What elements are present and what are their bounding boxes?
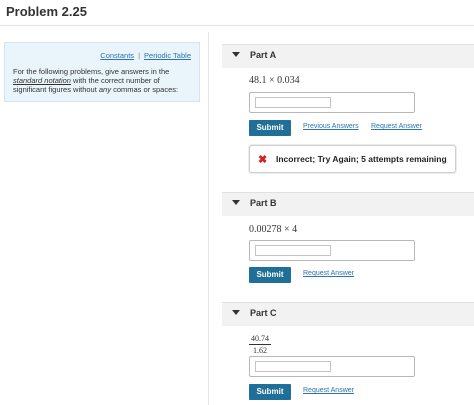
part-a-label: Part A <box>250 50 277 60</box>
part-a-feedback: ✖ Incorrect; Try Again; 5 attempts remai… <box>249 145 456 173</box>
any-emphasis: any <box>98 85 111 94</box>
part-c-request-answer-link[interactable]: Request Answer <box>303 387 354 394</box>
part-a-request-answer-link[interactable]: Request Answer <box>371 123 422 130</box>
part-c-submit-button[interactable]: Submit <box>249 384 291 400</box>
periodic-table-link[interactable]: Periodic Table <box>144 51 191 60</box>
collapse-triangle-icon[interactable] <box>232 200 240 205</box>
part-b-label: Part B <box>250 198 277 208</box>
fraction-numerator: 40.74 <box>249 334 271 345</box>
part-c-answer-input[interactable] <box>255 361 331 372</box>
info-panel: Constants | Periodic Table For the followi… <box>4 42 200 102</box>
part-c-label: Part C <box>250 308 277 318</box>
part-b-expression: 0.00278 × 4 <box>249 224 298 235</box>
problem-title: Problem 2.25 <box>6 4 87 19</box>
part-a-answer-input[interactable] <box>255 97 331 108</box>
part-a-header[interactable]: Part A <box>222 44 474 68</box>
part-a-submit-button[interactable]: Submit <box>249 120 291 136</box>
title-divider <box>0 25 474 26</box>
link-separator: | <box>138 51 141 60</box>
constants-link[interactable]: Constants <box>100 51 134 60</box>
collapse-triangle-icon[interactable] <box>232 310 240 315</box>
instructions-part-3: commas or spaces: <box>110 85 179 94</box>
part-c-fraction: 40.74 1.62 <box>249 334 271 355</box>
part-b-answer-input[interactable] <box>255 245 331 256</box>
part-b-submit-button[interactable]: Submit <box>249 267 291 283</box>
fraction-denominator: 1.62 <box>253 346 267 355</box>
column-divider <box>208 32 209 405</box>
part-b-answer-box <box>249 240 415 261</box>
collapse-triangle-icon[interactable] <box>232 52 240 57</box>
part-a-answer-box <box>249 92 415 113</box>
x-icon: ✖ <box>258 154 268 166</box>
instructions-text: For the following problems, give answers… <box>13 67 193 94</box>
part-a-expression: 48.1 × 0.034 <box>249 75 300 86</box>
part-c-header[interactable]: Part C <box>222 302 474 326</box>
part-b-header[interactable]: Part B <box>222 192 474 216</box>
standard-notation-term: standard notation <box>13 76 71 85</box>
feedback-message: Incorrect; Try Again; 5 attempts remaini… <box>276 154 447 164</box>
part-c-answer-box <box>249 356 415 377</box>
instructions-part-1: For the following problems, give answers… <box>13 67 170 76</box>
part-b-request-answer-link[interactable]: Request Answer <box>303 270 354 277</box>
part-a-previous-answers-link[interactable]: Previous Answers <box>303 123 359 130</box>
info-links: Constants | Periodic Table <box>100 51 191 60</box>
